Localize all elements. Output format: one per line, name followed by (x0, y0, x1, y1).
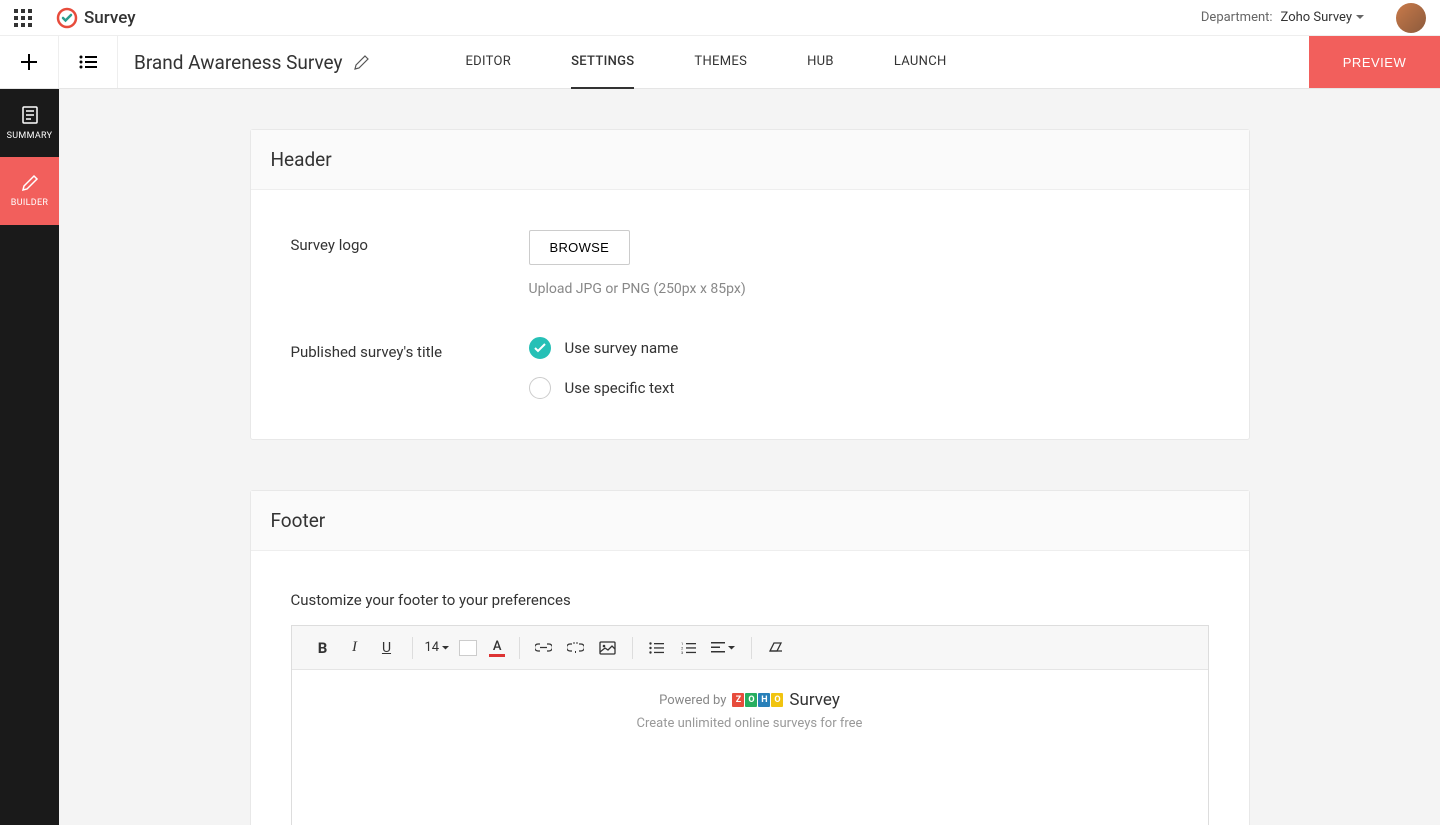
footer-description: Customize your footer to your preference… (291, 591, 1209, 609)
rte-content[interactable]: Powered by ZOHO Survey Create unlimited … (292, 670, 1208, 825)
eraser-icon (768, 642, 783, 653)
image-button[interactable] (592, 633, 622, 663)
separator (632, 637, 633, 659)
logo-row: Survey logo BROWSE Upload JPG or PNG (25… (291, 230, 1209, 297)
sidebar: SUMMARY BUILDER (0, 89, 59, 825)
tab-editor[interactable]: EDITOR (465, 36, 511, 89)
sidebar-item-label: BUILDER (11, 198, 48, 208)
powered-prefix: Powered by (659, 693, 726, 708)
add-button[interactable] (0, 36, 59, 88)
brand-logo-icon (56, 7, 78, 29)
title-row: Published survey's title Use survey name… (291, 337, 1209, 399)
radio-icon (529, 337, 551, 359)
tab-launch[interactable]: LAUNCH (894, 36, 947, 89)
tagline: Create unlimited online surveys for free (312, 716, 1188, 731)
card-title: Footer (271, 509, 1229, 532)
preview-button[interactable]: PREVIEW (1309, 36, 1440, 88)
radio-label: Use survey name (565, 339, 679, 357)
bg-color-button[interactable] (459, 640, 477, 656)
check-icon (534, 343, 546, 353)
content: Header Survey logo BROWSE Upload JPG or … (59, 89, 1440, 825)
topbar: Survey Department: Zoho Survey (0, 0, 1440, 36)
clear-format-button[interactable] (760, 633, 790, 663)
separator (412, 637, 413, 659)
title-option-label: Published survey's title (291, 337, 529, 361)
underline-button[interactable]: U (372, 633, 402, 663)
card-head: Footer (251, 491, 1249, 551)
sidebar-item-summary[interactable]: SUMMARY (0, 89, 59, 157)
logo-label: Survey logo (291, 230, 529, 254)
zoho-logo-icon: ZOHO (732, 693, 783, 707)
list-button[interactable] (59, 36, 118, 88)
tab-settings[interactable]: SETTINGS (571, 36, 634, 89)
separator (519, 637, 520, 659)
align-button[interactable] (705, 633, 741, 663)
radio-icon (529, 377, 551, 399)
card-head: Header (251, 130, 1249, 190)
font-size-value: 14 (425, 640, 440, 655)
plus-icon (20, 53, 38, 71)
tab-hub[interactable]: HUB (807, 36, 834, 89)
list-icon (79, 55, 97, 69)
rte-toolbar: B I U 14 A (292, 626, 1208, 670)
text-color-button[interactable]: A (489, 639, 505, 657)
bullet-list-icon (649, 642, 664, 654)
chevron-down-icon (442, 646, 449, 650)
survey-title: Brand Awareness Survey (134, 51, 342, 74)
browse-button[interactable]: BROWSE (529, 230, 631, 265)
chevron-down-icon (728, 646, 735, 650)
sidebar-item-builder[interactable]: BUILDER (0, 157, 59, 225)
align-icon (711, 642, 725, 653)
navbar: Brand Awareness Survey EDITOR SETTINGS T… (0, 36, 1440, 89)
upload-hint: Upload JPG or PNG (250px x 85px) (529, 281, 1209, 297)
unlink-button[interactable] (560, 633, 590, 663)
summary-icon (20, 105, 40, 125)
brand-text: Survey (84, 8, 136, 28)
department-value: Zoho Survey (1281, 10, 1352, 25)
card-title: Header (271, 148, 1229, 171)
tab-themes[interactable]: THEMES (694, 36, 747, 89)
apps-grid-icon[interactable] (14, 9, 32, 27)
radio-use-survey-name[interactable]: Use survey name (529, 337, 1209, 359)
image-icon (599, 641, 616, 655)
link-icon (535, 643, 552, 652)
nav-tabs: EDITOR SETTINGS THEMES HUB LAUNCH (465, 36, 946, 88)
svg-text:3: 3 (681, 650, 683, 654)
brand[interactable]: Survey (56, 7, 136, 29)
bullet-list-button[interactable] (641, 633, 671, 663)
number-list-button[interactable]: 123 (673, 633, 703, 663)
radio-label: Use specific text (565, 379, 675, 397)
italic-button[interactable]: I (340, 633, 370, 663)
number-list-icon: 123 (681, 642, 696, 654)
separator (751, 637, 752, 659)
font-size-select[interactable]: 14 (421, 640, 454, 655)
unlink-icon (567, 642, 584, 653)
powered-suffix: Survey (789, 690, 839, 710)
powered-by: Powered by ZOHO Survey (659, 690, 840, 710)
department-label: Department: (1201, 10, 1273, 25)
topbar-right: Department: Zoho Survey (1201, 3, 1426, 33)
department-select[interactable]: Zoho Survey (1281, 10, 1364, 25)
footer-card: Footer Customize your footer to your pre… (250, 490, 1250, 825)
link-button[interactable] (528, 633, 558, 663)
radio-use-specific-text[interactable]: Use specific text (529, 377, 1209, 399)
survey-title-wrap: Brand Awareness Survey (118, 36, 385, 88)
header-card: Header Survey logo BROWSE Upload JPG or … (250, 129, 1250, 440)
bold-button[interactable]: B (308, 633, 338, 663)
edit-icon[interactable] (354, 55, 369, 70)
sidebar-item-label: SUMMARY (7, 131, 53, 141)
rich-text-editor: B I U 14 A (291, 625, 1209, 825)
builder-icon (21, 174, 39, 192)
chevron-down-icon (1356, 15, 1364, 20)
avatar[interactable] (1396, 3, 1426, 33)
